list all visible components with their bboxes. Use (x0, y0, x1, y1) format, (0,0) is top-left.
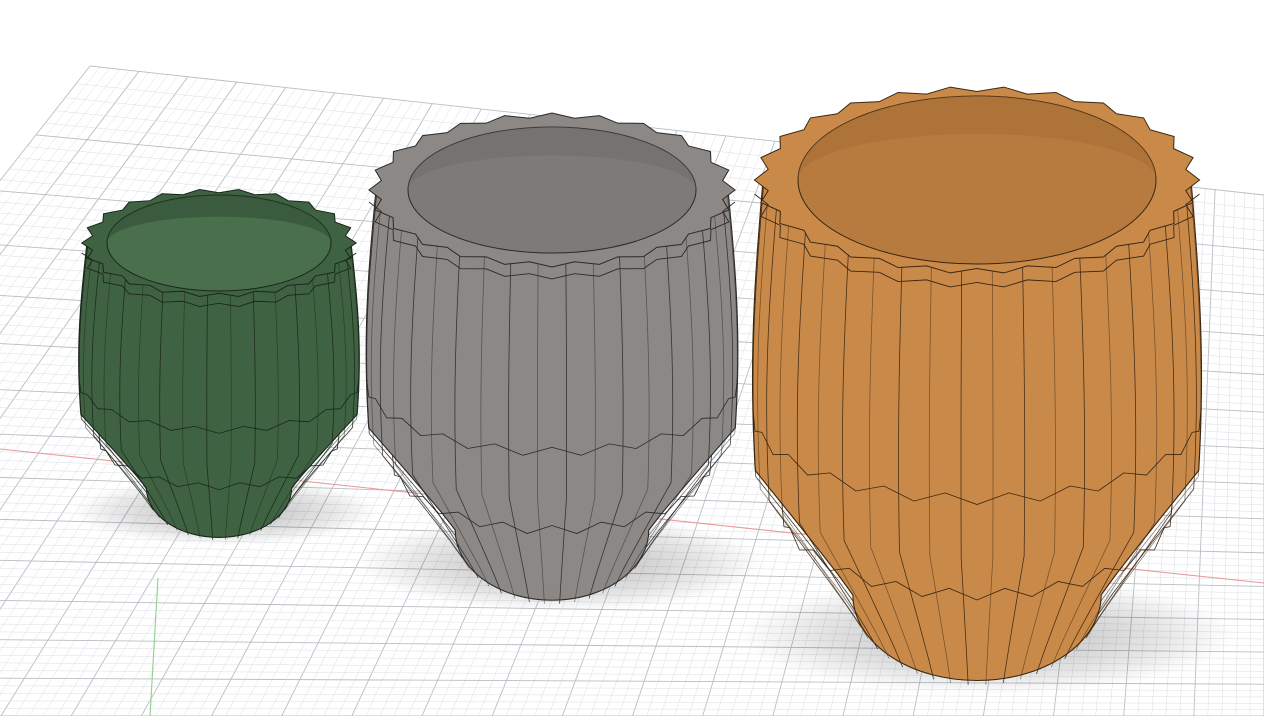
grid-line (0, 700, 1264, 704)
grid-line (0, 708, 1264, 710)
large-planter (741, 86, 1234, 694)
grid-line (0, 65, 91, 182)
grid-line (0, 693, 1264, 698)
scene-canvas[interactable] (0, 0, 1264, 716)
medium-planter (358, 112, 764, 612)
small-planter (73, 188, 378, 546)
3d-viewport[interactable] (0, 0, 1264, 716)
y-axis-line (149, 577, 159, 716)
